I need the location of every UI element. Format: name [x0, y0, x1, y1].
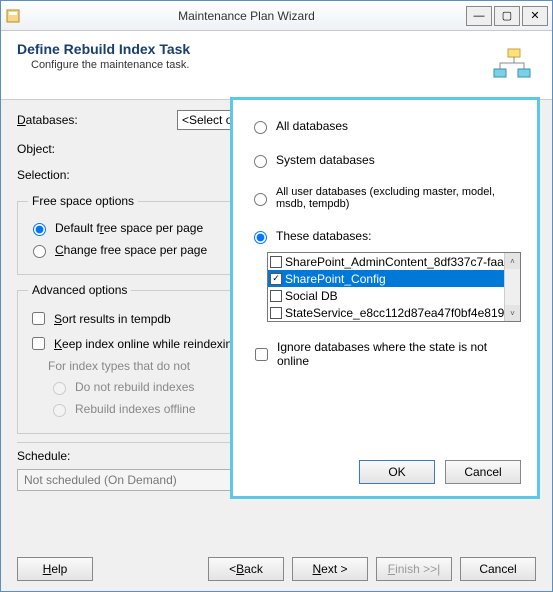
scrollbar[interactable]: ˄ ˅ [504, 253, 520, 321]
wizard-icon [488, 41, 536, 89]
keep-online-label: Keep index online while reindexing [54, 337, 239, 351]
selection-label: Selection: [17, 168, 177, 182]
scroll-thumb[interactable] [505, 269, 520, 305]
do-not-rebuild-label: Do not rebuild indexes [75, 380, 194, 394]
window-close-button[interactable]: ✕ [522, 6, 548, 26]
all-databases-radio-input[interactable] [254, 121, 267, 134]
these-databases-radio-input[interactable] [254, 231, 267, 244]
all-user-databases-radio[interactable]: All user databases (excluding master, mo… [249, 186, 521, 210]
change-free-space-label: Change free space per page [55, 243, 207, 257]
change-free-space-radio-input[interactable] [33, 245, 46, 258]
advanced-legend: Advanced options [28, 283, 131, 297]
database-selector-panel: All databases System databases All user … [230, 97, 540, 499]
keep-online-checkbox-input[interactable] [32, 337, 45, 350]
all-user-databases-label: All user databases (excluding master, mo… [276, 186, 521, 210]
database-checkbox[interactable] [270, 256, 282, 268]
finish-button: Finish >>| [376, 557, 452, 581]
database-name: Social DB [285, 289, 338, 303]
databases-label: Databases: [17, 113, 177, 127]
ignore-offline-checkbox-input[interactable] [255, 348, 268, 361]
object-label: Object: [17, 142, 177, 156]
all-databases-radio[interactable]: All databases [249, 118, 521, 134]
sort-tempdb-checkbox-input[interactable] [32, 312, 45, 325]
maintenance-plan-wizard-window: Maintenance Plan Wizard — ▢ ✕ Define Reb… [0, 0, 553, 592]
do-not-rebuild-radio-input [53, 382, 66, 395]
rebuild-offline-radio-input [53, 404, 66, 417]
database-list-item[interactable]: Social DB [268, 287, 504, 304]
sort-tempdb-label: Sort results in tempdb [54, 312, 171, 326]
default-free-space-radio-input[interactable] [33, 223, 46, 236]
rebuild-offline-label: Rebuild indexes offline [75, 402, 196, 416]
back-button[interactable]: < Back [208, 557, 284, 581]
scroll-up-icon[interactable]: ˄ [505, 253, 520, 269]
database-list-item[interactable]: SharePoint_AdminContent_8df337c7-faa3-4c… [268, 253, 504, 270]
window-maximize-button[interactable]: ▢ [494, 6, 520, 26]
scroll-down-icon[interactable]: ˅ [505, 305, 520, 321]
these-databases-label: These databases: [276, 229, 371, 243]
database-listbox[interactable]: SharePoint_AdminContent_8df337c7-faa3-4c… [267, 252, 521, 322]
wizard-footer: Help < Back Next > Finish >>| Cancel [1, 557, 552, 581]
app-icon [5, 8, 21, 24]
next-button[interactable]: Next > [292, 557, 368, 581]
panel-cancel-button[interactable]: Cancel [445, 460, 521, 484]
window-minimize-button[interactable]: — [466, 6, 492, 26]
ignore-offline-label: Ignore databases where the state is not … [277, 340, 521, 368]
all-user-databases-radio-input[interactable] [254, 193, 267, 206]
wizard-header: Define Rebuild Index Task Configure the … [1, 31, 552, 100]
all-databases-label: All databases [276, 119, 348, 133]
system-databases-radio[interactable]: System databases [249, 152, 521, 168]
ignore-offline-checkbox[interactable]: Ignore databases where the state is not … [251, 340, 521, 368]
database-name: StateService_e8cc112d87ea47f0bf4e8197e69… [285, 306, 504, 320]
titlebar[interactable]: Maintenance Plan Wizard — ▢ ✕ [1, 1, 552, 31]
database-checkbox[interactable] [270, 307, 282, 319]
page-subtitle: Configure the maintenance task. [31, 59, 480, 71]
default-free-space-label: Default free space per page [55, 221, 203, 235]
help-button[interactable]: Help [17, 557, 93, 581]
ok-button[interactable]: OK [359, 460, 435, 484]
system-databases-radio-input[interactable] [254, 155, 267, 168]
free-space-legend: Free space options [28, 194, 138, 208]
system-databases-label: System databases [276, 153, 375, 167]
page-title: Define Rebuild Index Task [17, 41, 480, 57]
window-title: Maintenance Plan Wizard [27, 9, 466, 23]
database-name: SharePoint_Config [285, 272, 386, 286]
database-checkbox[interactable] [270, 290, 282, 302]
cancel-button[interactable]: Cancel [460, 557, 536, 581]
database-checkbox[interactable]: ✓ [270, 273, 282, 285]
these-databases-radio[interactable]: These databases: [249, 228, 521, 244]
database-list-item[interactable]: StateService_e8cc112d87ea47f0bf4e8197e69… [268, 304, 504, 321]
database-name: SharePoint_AdminContent_8df337c7-faa3-4c… [285, 255, 504, 269]
database-list-item[interactable]: ✓SharePoint_Config [268, 270, 504, 287]
